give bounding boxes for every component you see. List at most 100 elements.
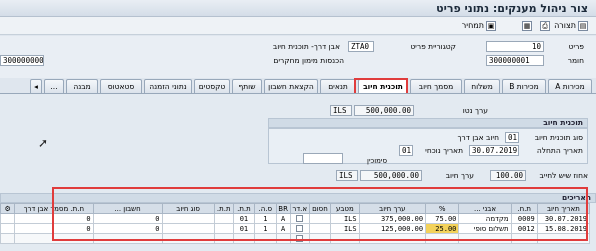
item-category-desc: אבן דרך- תוכנית חיוב (272, 42, 340, 51)
item-field[interactable]: 10 (486, 41, 544, 52)
cell-percent[interactable]: 75.00 (425, 213, 460, 224)
cell-br[interactable]: A (275, 213, 291, 224)
material-field[interactable]: 300000001 (486, 55, 544, 66)
col-tt2[interactable]: ת.ת. (213, 203, 234, 214)
cell-currency[interactable]: ILS (330, 223, 360, 234)
cell-tt1[interactable]: 01 (232, 223, 256, 234)
costing-button-label: תמחיר (461, 21, 484, 30)
col-bt[interactable]: ת.ח. (510, 203, 538, 214)
col-billing-type[interactable]: סוג חיוב (161, 203, 215, 214)
cell-sh[interactable]: 1 (254, 223, 277, 234)
col-billing-date[interactable]: תאריך חיוב (536, 203, 591, 214)
tab-conditions[interactable]: תנאים (320, 79, 356, 94)
item-category-field[interactable]: ZTA0 (348, 41, 374, 52)
col-sh[interactable]: ס.ה. (254, 203, 277, 214)
cell-billing-date[interactable]: 15.08.2019 (536, 223, 591, 234)
col-currency[interactable]: מטבע (330, 203, 360, 214)
col-tt1[interactable]: ת.ת. (232, 203, 256, 214)
cell-blocked[interactable] (308, 223, 332, 234)
col-br[interactable]: BR (275, 203, 291, 214)
toolbar: ▤ תצורה ⎙ ▦ ▣ תמחיר (0, 17, 596, 35)
tab-billing-plan[interactable]: תוכנית חיוב (358, 79, 408, 94)
tab-sales-a[interactable]: מכירות A (548, 79, 592, 94)
row-select[interactable] (0, 213, 16, 224)
title-bar: צור ניהול מענקים: נתוני פריט (0, 0, 596, 17)
dates-table: תאריך חיוב ת.ח. אבני ... % ערך חיוב מטבע… (0, 203, 591, 244)
tab-status[interactable]: סטאטוס (100, 79, 142, 94)
start-rule-field[interactable]: 01 (399, 145, 413, 156)
tab-billing-doc[interactable]: מסמך חיוב (410, 79, 462, 94)
cell-billing-date[interactable]: 30.07.2019 (536, 213, 591, 224)
cell-percent[interactable]: 25.00 (425, 223, 460, 234)
plan-type-field[interactable]: 01 (505, 132, 519, 143)
tab-more[interactable]: ... (44, 79, 64, 94)
tab-structure[interactable]: מבנה (66, 79, 98, 94)
print-icon: ⎙ (540, 20, 550, 31)
print-icon-button[interactable]: ⎙ (540, 19, 550, 32)
cell-sh[interactable]: 1 (254, 213, 277, 224)
col-percent[interactable]: % (425, 203, 460, 214)
tab-sales-b[interactable]: מכירות B (502, 79, 546, 94)
dates-table-container: תאריך חיוב ת.ח. אבני ... % ערך חיוב מטבע… (0, 203, 596, 251)
cell-tt1[interactable]: 01 (232, 213, 256, 224)
start-date-label: תאריך התחלה (536, 146, 583, 155)
col-blocked[interactable]: חסום (308, 203, 332, 214)
adr-checkbox[interactable] (296, 235, 304, 242)
cell-billing-value[interactable]: 125,000.00 (358, 223, 427, 234)
col-account[interactable]: חשבון ... (92, 203, 163, 214)
cell-milestone-doc[interactable]: 0 (14, 213, 94, 224)
costing-button[interactable]: ▣ תמחיר (462, 19, 496, 32)
cell-adr[interactable] (289, 223, 310, 234)
left-material-field[interactable]: 300000000 (0, 55, 44, 66)
tab-shipping[interactable]: משלוח (464, 79, 500, 94)
item-label: פריט (568, 42, 584, 51)
tab-account-assignment[interactable]: הקצאת חשבון (264, 79, 318, 94)
cell-bt[interactable]: 0012 (510, 223, 538, 234)
net-value-label: ערך נטו (462, 106, 488, 115)
cell-blocked[interactable] (308, 213, 332, 224)
cell-account[interactable]: 0 (92, 223, 163, 234)
item-category-label: קטגוריית פריט (410, 42, 456, 51)
display-button[interactable]: ▤ תצורה (554, 19, 588, 32)
tab-order-data[interactable]: נתוני הזמנה (144, 79, 192, 94)
item-header: פריט 10 קטגוריית פריט ZTA0 אבן דרך- תוכנ… (0, 36, 596, 78)
col-milestone-doc[interactable]: ח.ת. מסמך אבן דרך (14, 203, 94, 214)
cell-milestone[interactable]: מקדמה (458, 213, 512, 224)
costing-icon: ▣ (486, 20, 496, 31)
cell-account[interactable]: 0 (92, 213, 163, 224)
cell-milestone[interactable]: תשלום סופי (458, 223, 512, 234)
adr-checkbox[interactable] (296, 225, 304, 232)
table-settings-icon[interactable]: ⚙ (0, 203, 16, 214)
start-date-field[interactable]: 30.07.2019 (469, 145, 519, 156)
billing-percent-label: אחוז שיש לחייב (539, 171, 588, 180)
tab-texts[interactable]: טקסטים (194, 79, 230, 94)
graph-icon-button[interactable]: ▦ (522, 19, 532, 32)
tab-panel: ערך נטו 500,000.00 ILS תוכנית חיוב סוג ת… (0, 93, 596, 251)
cell-billing-value[interactable]: 375,000.00 (358, 213, 427, 224)
cell-currency[interactable]: ILS (330, 213, 360, 224)
start-rule-label: תאריך נוכחי (425, 146, 463, 155)
row-select[interactable] (0, 223, 16, 234)
cell-bt[interactable]: 0009 (510, 213, 538, 224)
tab-partners[interactable]: שותף (232, 79, 262, 94)
table-row[interactable] (0, 233, 591, 244)
billing-value-label: ערך חיוב (445, 171, 474, 180)
col-adr[interactable]: א.דר (289, 203, 310, 214)
table-row[interactable]: 15.08.2019 0012 תשלום סופי 25.00 125,000… (0, 223, 591, 234)
adr-checkbox[interactable] (296, 215, 304, 222)
window-title: צור ניהול מענקים: נתוני פריט (436, 2, 588, 15)
reference-field[interactable] (303, 153, 343, 164)
billing-plan-box: סוג תוכנית חיוב 01 חיוב אבן דרך תאריך הת… (268, 128, 588, 165)
cell-tt2[interactable] (213, 213, 234, 224)
cell-billing-type[interactable] (161, 213, 215, 224)
cell-tt2[interactable] (213, 223, 234, 234)
cell-billing-type[interactable] (161, 223, 215, 234)
table-row[interactable]: 30.07.2019 0009 מקדמה 75.00 375,000.00 I… (0, 213, 591, 224)
col-billing-value[interactable]: ערך חיוב (358, 203, 427, 214)
tab-scroll-left[interactable]: ◂ (30, 79, 42, 94)
col-milestone[interactable]: אבני ... (458, 203, 512, 214)
cell-br[interactable]: A (275, 223, 291, 234)
cell-milestone-doc[interactable]: 0 (14, 223, 94, 234)
cell-adr[interactable] (289, 213, 310, 224)
net-value-currency: ILS (330, 105, 352, 116)
